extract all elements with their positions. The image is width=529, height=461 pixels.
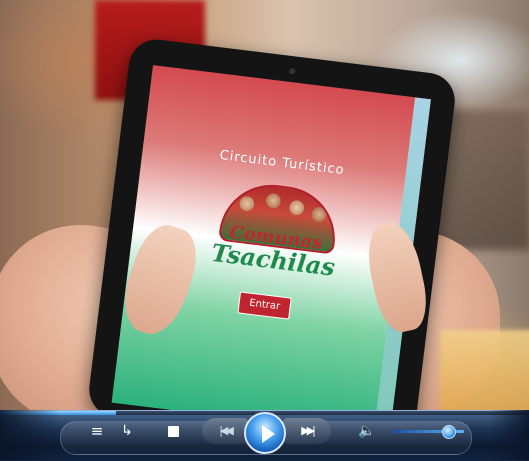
enter-button[interactable]: Entrar [237,291,292,320]
play-button[interactable] [244,412,286,454]
previous-button[interactable]: |◀◀ [202,418,248,444]
repeat-icon[interactable]: ↳ [118,421,136,441]
video-frame[interactable]: Circuito Turístico Comunas Tsachilas Ent… [0,0,529,410]
comunas-tsachilas-logo: Comunas Tsachilas [196,171,357,289]
stop-button[interactable] [168,426,179,437]
playlist-icon[interactable]: ≡ [88,421,106,441]
bar-edge-left [0,410,60,460]
tablet: Circuito Turístico Comunas Tsachilas Ent… [86,36,458,410]
next-button[interactable]: ▶▶| [283,418,331,444]
play-icon [262,425,275,443]
volume-icon[interactable]: 🔈 [356,421,378,441]
bar-edge-right [489,410,529,460]
sleeve [440,330,529,410]
camera-icon [288,67,296,75]
